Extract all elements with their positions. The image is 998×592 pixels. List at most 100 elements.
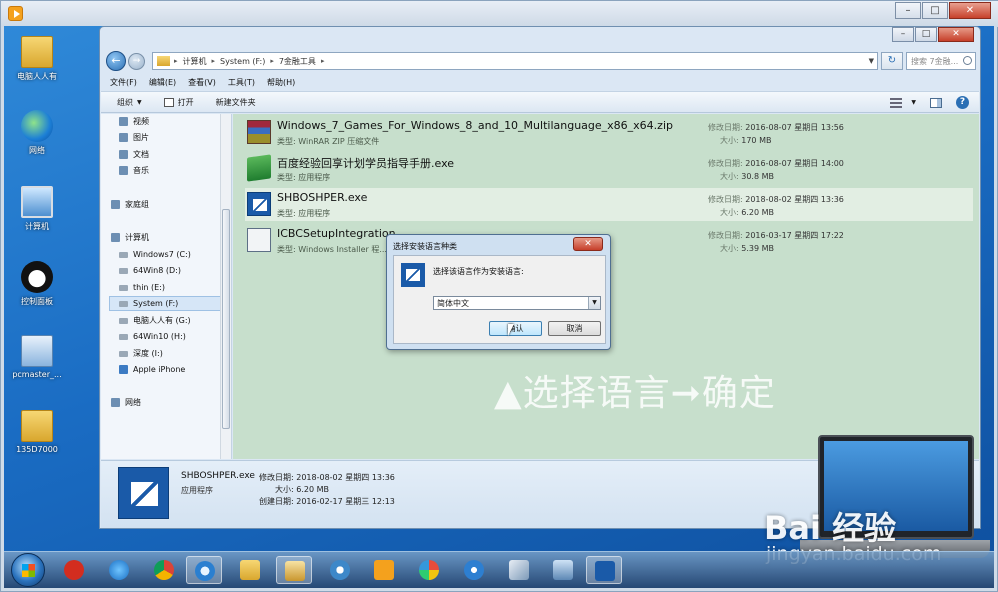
language-select[interactable]: 简体中文 ▼ (433, 296, 601, 310)
refresh-button[interactable]: ↻ (881, 52, 903, 70)
taskbar-item[interactable] (366, 556, 402, 584)
nav-item-network[interactable]: 网络 (111, 395, 229, 410)
taskbar-item[interactable] (322, 556, 358, 584)
shboshper-icon (247, 192, 271, 216)
drive-icon (119, 300, 128, 307)
menu-bar: 文件(F) 编辑(E) 查看(V) 工具(T) 帮助(H) (104, 74, 976, 90)
desktop-icon-pcmaster[interactable]: pcmaster_... (4, 335, 70, 379)
taskbar-item[interactable] (146, 556, 182, 584)
taskbar-item[interactable] (56, 556, 92, 584)
network-icon (111, 398, 120, 407)
taskbar-item[interactable] (545, 556, 581, 584)
folder-icon (21, 36, 53, 68)
navigation-pane: 视频 图片 文档 音乐 家庭组 计算机 Windows7 (C:) 64Win8… (101, 114, 232, 459)
menu-tools[interactable]: 工具(T) (228, 77, 255, 88)
file-meta: 修改日期: 2016-03-17 星期四 17:22 大小: 5.39 MB (708, 231, 844, 253)
nav-item-computer[interactable]: 计算机 (111, 230, 229, 245)
maximize-button[interactable]: □ (922, 2, 948, 19)
chevron-down-icon[interactable]: ▼ (588, 297, 600, 309)
taskbar-item[interactable] (101, 556, 137, 584)
taskbar-item[interactable] (411, 556, 447, 584)
phone-icon (119, 365, 128, 374)
menu-view[interactable]: 查看(V) (188, 77, 216, 88)
desktop-icon-computer[interactable]: 计算机 (4, 186, 70, 232)
dialog-title: 选择安装语言种类 (393, 242, 457, 251)
player-titlebar: – □ ✕ (1, 1, 998, 27)
breadcrumb-item[interactable]: System (F:) (220, 57, 265, 66)
network-icon (21, 110, 53, 142)
desktop-icon-label: 计算机 (25, 222, 49, 231)
path-input[interactable]: ▸ 计算机 ▸ System (F:) ▸ 7金融工具 ▸ ▼ (152, 52, 878, 70)
nav-item-homegroup[interactable]: 家庭组 (111, 197, 229, 212)
menu-edit[interactable]: 编辑(E) (149, 77, 176, 88)
file-row[interactable]: Windows_7_Games_For_Windows_8_and_10_Mul… (245, 116, 973, 149)
file-meta: 修改日期: 2018-08-02 星期四 13:36 大小: 6.20 MB (708, 195, 844, 217)
music-icon (119, 166, 128, 175)
help-icon[interactable]: ? (956, 96, 969, 109)
taskbar-item-active[interactable] (186, 556, 222, 584)
chevron-down-icon[interactable]: ▼ (869, 57, 874, 65)
cancel-button[interactable]: 取消 (548, 321, 601, 336)
nav-scrollbar[interactable] (220, 114, 231, 459)
desktop-icon-folder-2[interactable]: 135D7000 (4, 410, 70, 454)
breadcrumb-item[interactable]: 7金融工具 (279, 56, 316, 67)
file-type: 类型: 应用程序 (277, 209, 331, 218)
taskbar-item[interactable] (456, 556, 492, 584)
file-row-selected[interactable]: SHBOSHPER.exe 类型: 应用程序 修改日期: 2018-08-02 … (245, 188, 973, 221)
taskbar (4, 551, 994, 588)
explorer-minimize-button[interactable]: – (892, 27, 914, 42)
close-button[interactable]: ✕ (949, 2, 991, 19)
file-meta: 修改日期: 2016-08-07 星期日 14:00 大小: 30.8 MB (708, 159, 844, 181)
nav-scrollbar-thumb[interactable] (222, 209, 230, 429)
taskbar-item[interactable] (232, 556, 268, 584)
folder-icon (240, 560, 260, 580)
desktop-icon-label: pcmaster_... (12, 370, 62, 379)
desktop-icon-network[interactable]: 网络 (4, 110, 70, 156)
taskbar-item-active[interactable] (276, 556, 312, 584)
organize-button[interactable]: 组织 ▼ (117, 97, 142, 108)
new-folder-button[interactable]: 新建文件夹 (216, 97, 256, 108)
detail-created: 创建日期: 2016-02-17 星期三 12:13 (259, 497, 395, 506)
address-bar: ← → ▸ 计算机 ▸ System (F:) ▸ 7金融工具 ▸ ▼ ↻ 搜索… (104, 50, 976, 72)
desktop-icon-folder[interactable]: 电脑人人有 (4, 36, 70, 82)
drive-icon (119, 333, 128, 340)
breadcrumb-item[interactable]: 计算机 (183, 56, 207, 67)
detail-modified: 修改日期: 2018-08-02 星期四 13:36 (259, 473, 395, 482)
explorer-maximize-button[interactable]: □ (915, 27, 937, 42)
taskbar-item[interactable] (501, 556, 537, 584)
forward-button[interactable]: → (128, 53, 145, 70)
preview-pane-icon[interactable] (930, 97, 942, 108)
desktop-icon-control-panel[interactable]: 控制面板 (4, 261, 70, 307)
drive-icon (119, 251, 128, 258)
file-type: 类型: Windows Installer 程... (277, 245, 387, 254)
menu-help[interactable]: 帮助(H) (267, 77, 295, 88)
search-app-icon (195, 561, 215, 581)
folder-icon (21, 410, 53, 442)
desktop-icon-label: 135D7000 (16, 445, 58, 454)
search-input[interactable]: 搜索 7金融... (906, 52, 976, 70)
chevron-down-icon: ▼ (137, 98, 142, 106)
drive-icon (119, 350, 128, 357)
control-panel-icon (21, 261, 53, 293)
explorer-close-button[interactable]: ✕ (938, 27, 974, 42)
detail-file-name: SHBOSHPER.exe (181, 471, 255, 481)
start-button[interactable] (11, 553, 45, 587)
search-placeholder: 搜索 7金融... (911, 57, 959, 66)
file-name: SHBOSHPER.exe (277, 191, 368, 204)
ok-button[interactable]: 确认 (489, 321, 542, 336)
open-button[interactable]: 打开 (163, 97, 194, 108)
chevron-down-icon[interactable]: ▼ (911, 99, 916, 106)
menu-file[interactable]: 文件(F) (110, 77, 137, 88)
paint-icon (419, 560, 439, 580)
dialog-close-button[interactable]: ✕ (573, 237, 603, 251)
nav-item-drive-f[interactable]: System (F:) (109, 296, 227, 311)
detail-size: 大小: 6.20 MB (275, 485, 329, 494)
monitor-icon (553, 560, 573, 580)
pcmaster-icon (21, 335, 53, 367)
network-app-icon (464, 560, 484, 580)
taskbar-item-active[interactable] (586, 556, 622, 584)
file-row[interactable]: 百度经验回享计划学员指导手册.exe 类型: 应用程序 修改日期: 2016-0… (245, 152, 973, 185)
minimize-button[interactable]: – (895, 2, 921, 19)
back-button[interactable]: ← (106, 51, 126, 71)
views-icon[interactable] (890, 97, 903, 108)
